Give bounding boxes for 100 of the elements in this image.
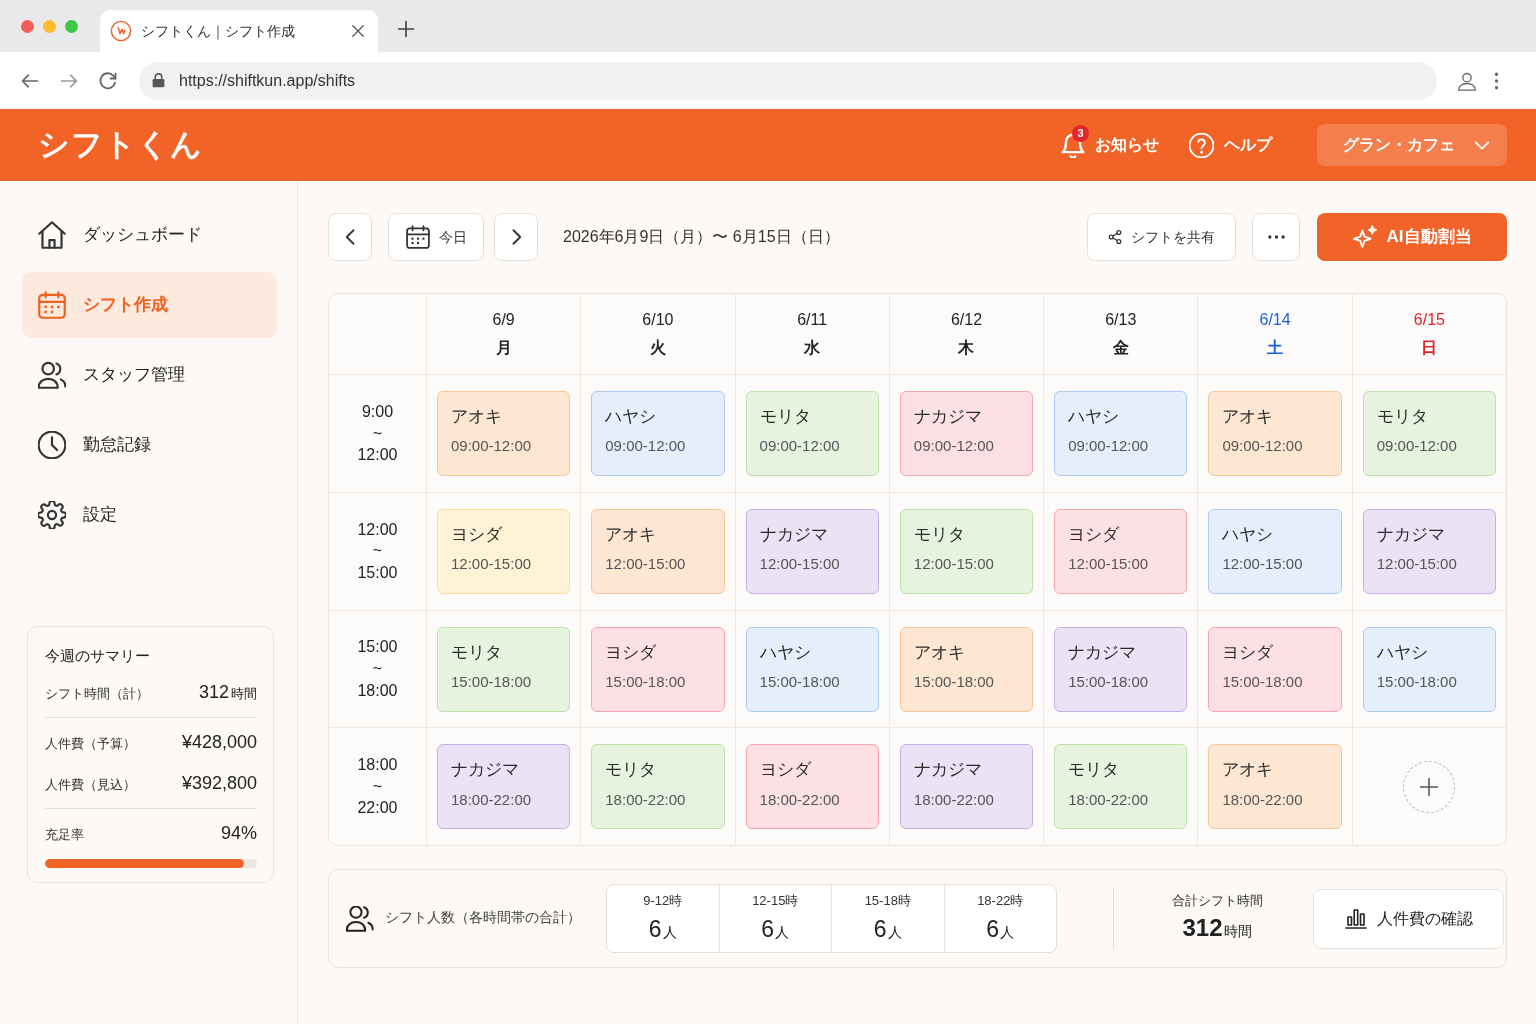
gear-icon bbox=[38, 501, 66, 529]
staff-name: ナカジマ bbox=[1376, 524, 1446, 546]
chevron-right-icon bbox=[511, 229, 521, 245]
day-date: 6/13 bbox=[1105, 310, 1137, 330]
shift-card[interactable]: ナカジマ 12:00-15:00 bbox=[745, 508, 879, 594]
staff-name: ヨシダ bbox=[451, 524, 503, 546]
slot-start-time: 12:00 bbox=[357, 519, 398, 540]
day-date: 6/12 bbox=[950, 310, 983, 330]
shift-card[interactable]: ハヤシ 12:00-15:00 bbox=[1208, 508, 1342, 594]
staff-name: ハヤシ bbox=[605, 407, 658, 428]
next-week-button[interactable] bbox=[494, 213, 538, 261]
shift-card[interactable]: モリタ 09:00-12:00 bbox=[1362, 391, 1496, 476]
day-weekday: 木 bbox=[958, 338, 975, 358]
plus-icon[interactable] bbox=[397, 20, 415, 38]
share-button[interactable]: シフトを共有 bbox=[1087, 213, 1236, 261]
shift-time: 12:00-15:00 bbox=[1376, 554, 1458, 575]
shift-card[interactable]: アオキ 12:00-15:00 bbox=[591, 508, 725, 594]
people-icon bbox=[38, 361, 66, 389]
summary-label: シフト時間（計） bbox=[45, 684, 149, 703]
shift-card[interactable]: モリタ 09:00-12:00 bbox=[745, 391, 879, 476]
close-icon[interactable] bbox=[351, 24, 365, 38]
shift-card[interactable]: アオキ 09:00-12:00 bbox=[437, 391, 571, 476]
day-weekday: 水 bbox=[804, 338, 821, 358]
calendar-icon bbox=[405, 225, 430, 249]
shift-card[interactable]: ハヤシ 15:00-18:00 bbox=[1362, 626, 1496, 712]
labor-cost-button[interactable]: 人件費の確認 bbox=[1313, 888, 1504, 949]
staff-name: モリタ bbox=[1376, 407, 1429, 428]
shift-time: 12:00-15:00 bbox=[759, 554, 841, 575]
address-bar[interactable]: https://shiftkun.app/shifts bbox=[139, 61, 1437, 100]
shift-time: 09:00-12:00 bbox=[451, 436, 533, 457]
profile-icon[interactable] bbox=[1457, 70, 1477, 91]
plus-icon bbox=[1420, 777, 1439, 796]
shift-time: 12:00-15:00 bbox=[605, 554, 687, 575]
today-button[interactable]: 今日 bbox=[388, 213, 484, 261]
shift-card[interactable]: ヨシダ 15:00-18:00 bbox=[591, 626, 725, 712]
day-weekday: 火 bbox=[649, 338, 666, 358]
day-weekday: 日 bbox=[1421, 338, 1438, 358]
shift-time: 12:00-15:00 bbox=[1222, 554, 1304, 575]
sidebar-item[interactable]: 設定 bbox=[22, 482, 277, 548]
date-range: 2026年6月9日（月）〜 6月15日（日） bbox=[563, 227, 840, 247]
shift-time: 18:00-22:00 bbox=[759, 789, 841, 810]
staff-name: ヨシダ bbox=[759, 760, 812, 781]
summary-value: ¥392,800 bbox=[181, 771, 257, 795]
shift-card[interactable]: アオキ 18:00-22:00 bbox=[1208, 744, 1342, 830]
summary-label: 人件費（予算） bbox=[45, 734, 136, 753]
staff-name: アオキ bbox=[1222, 407, 1275, 428]
staff-name: アオキ bbox=[451, 407, 503, 428]
previous-week-button[interactable] bbox=[328, 213, 372, 261]
more-icon[interactable] bbox=[1494, 71, 1499, 90]
shift-card[interactable]: ナカジマ 15:00-18:00 bbox=[1054, 626, 1188, 712]
staff-name: ハヤシ bbox=[759, 642, 812, 663]
shift-card[interactable]: ナカジマ 18:00-22:00 bbox=[437, 744, 571, 830]
summary-label: 充足率 bbox=[45, 825, 84, 844]
shift-card[interactable]: ハヤシ 09:00-12:00 bbox=[591, 391, 725, 476]
browser-tab[interactable]: シフトくん｜シフト作成 bbox=[100, 10, 378, 52]
slot-end-time: 18:00 bbox=[357, 680, 398, 701]
sidebar-item[interactable]: 勤怠記録 bbox=[22, 412, 277, 478]
shift-card[interactable]: ナカジマ 09:00-12:00 bbox=[899, 391, 1034, 476]
slot-start-time: 15:00 bbox=[357, 637, 398, 658]
clock-icon bbox=[38, 431, 66, 459]
shift-card[interactable]: ナカジマ 18:00-22:00 bbox=[899, 744, 1034, 830]
more-icon bbox=[1267, 235, 1285, 239]
shift-time: 12:00-15:00 bbox=[913, 554, 995, 575]
staff-count: 6人 bbox=[986, 915, 1015, 944]
shift-time: 09:00-12:00 bbox=[759, 436, 841, 457]
day-date: 6/14 bbox=[1259, 310, 1291, 330]
slot-separator: ~ bbox=[372, 776, 383, 797]
staff-name: ヨシダ bbox=[1222, 642, 1275, 663]
shift-time: 18:00-22:00 bbox=[913, 789, 995, 810]
shift-card[interactable]: ヨシダ 12:00-15:00 bbox=[437, 508, 571, 594]
window-close-icon[interactable] bbox=[21, 19, 34, 33]
shift-card[interactable]: ハヤシ 09:00-12:00 bbox=[1054, 391, 1188, 476]
notification-count: 3 bbox=[1072, 124, 1089, 142]
shift-card[interactable]: モリタ 18:00-22:00 bbox=[1054, 744, 1188, 830]
shift-time: 18:00-22:00 bbox=[1068, 789, 1150, 810]
staff-name: ハヤシ bbox=[1222, 524, 1275, 546]
sidebar-item[interactable]: スタッフ管理 bbox=[22, 342, 277, 408]
reload-icon[interactable] bbox=[98, 70, 118, 91]
staff-name: ナカジマ bbox=[1068, 642, 1138, 663]
shift-time: 09:00-12:00 bbox=[913, 436, 995, 457]
shift-card[interactable]: モリタ 12:00-15:00 bbox=[899, 508, 1034, 594]
lock-icon bbox=[152, 73, 165, 88]
sidebar-item[interactable]: ダッシュボード bbox=[22, 202, 277, 268]
summary-label: 人件費（見込） bbox=[45, 775, 136, 794]
slot-separator: ~ bbox=[372, 659, 383, 680]
shift-card[interactable]: ナカジマ 12:00-15:00 bbox=[1362, 508, 1496, 594]
shift-card[interactable]: モリタ 15:00-18:00 bbox=[437, 626, 571, 712]
shift-time: 09:00-12:00 bbox=[1068, 436, 1150, 457]
shift-card[interactable]: アオキ 09:00-12:00 bbox=[1208, 391, 1342, 476]
shift-card[interactable]: ヨシダ 12:00-15:00 bbox=[1054, 508, 1188, 594]
staff-name: モリタ bbox=[1068, 760, 1121, 781]
shift-card[interactable]: ハヤシ 15:00-18:00 bbox=[745, 626, 879, 712]
shift-card[interactable]: モリタ 18:00-22:00 bbox=[591, 744, 725, 830]
staff-name: ハヤシ bbox=[1068, 407, 1121, 428]
shift-time: 18:00-22:00 bbox=[605, 789, 687, 810]
shift-card[interactable]: ヨシダ 18:00-22:00 bbox=[745, 744, 879, 830]
staff-count: 6人 bbox=[648, 915, 677, 944]
slot-separator: ~ bbox=[372, 423, 383, 444]
shift-card[interactable]: アオキ 15:00-18:00 bbox=[899, 626, 1034, 712]
shift-card[interactable]: ヨシダ 15:00-18:00 bbox=[1208, 626, 1342, 712]
